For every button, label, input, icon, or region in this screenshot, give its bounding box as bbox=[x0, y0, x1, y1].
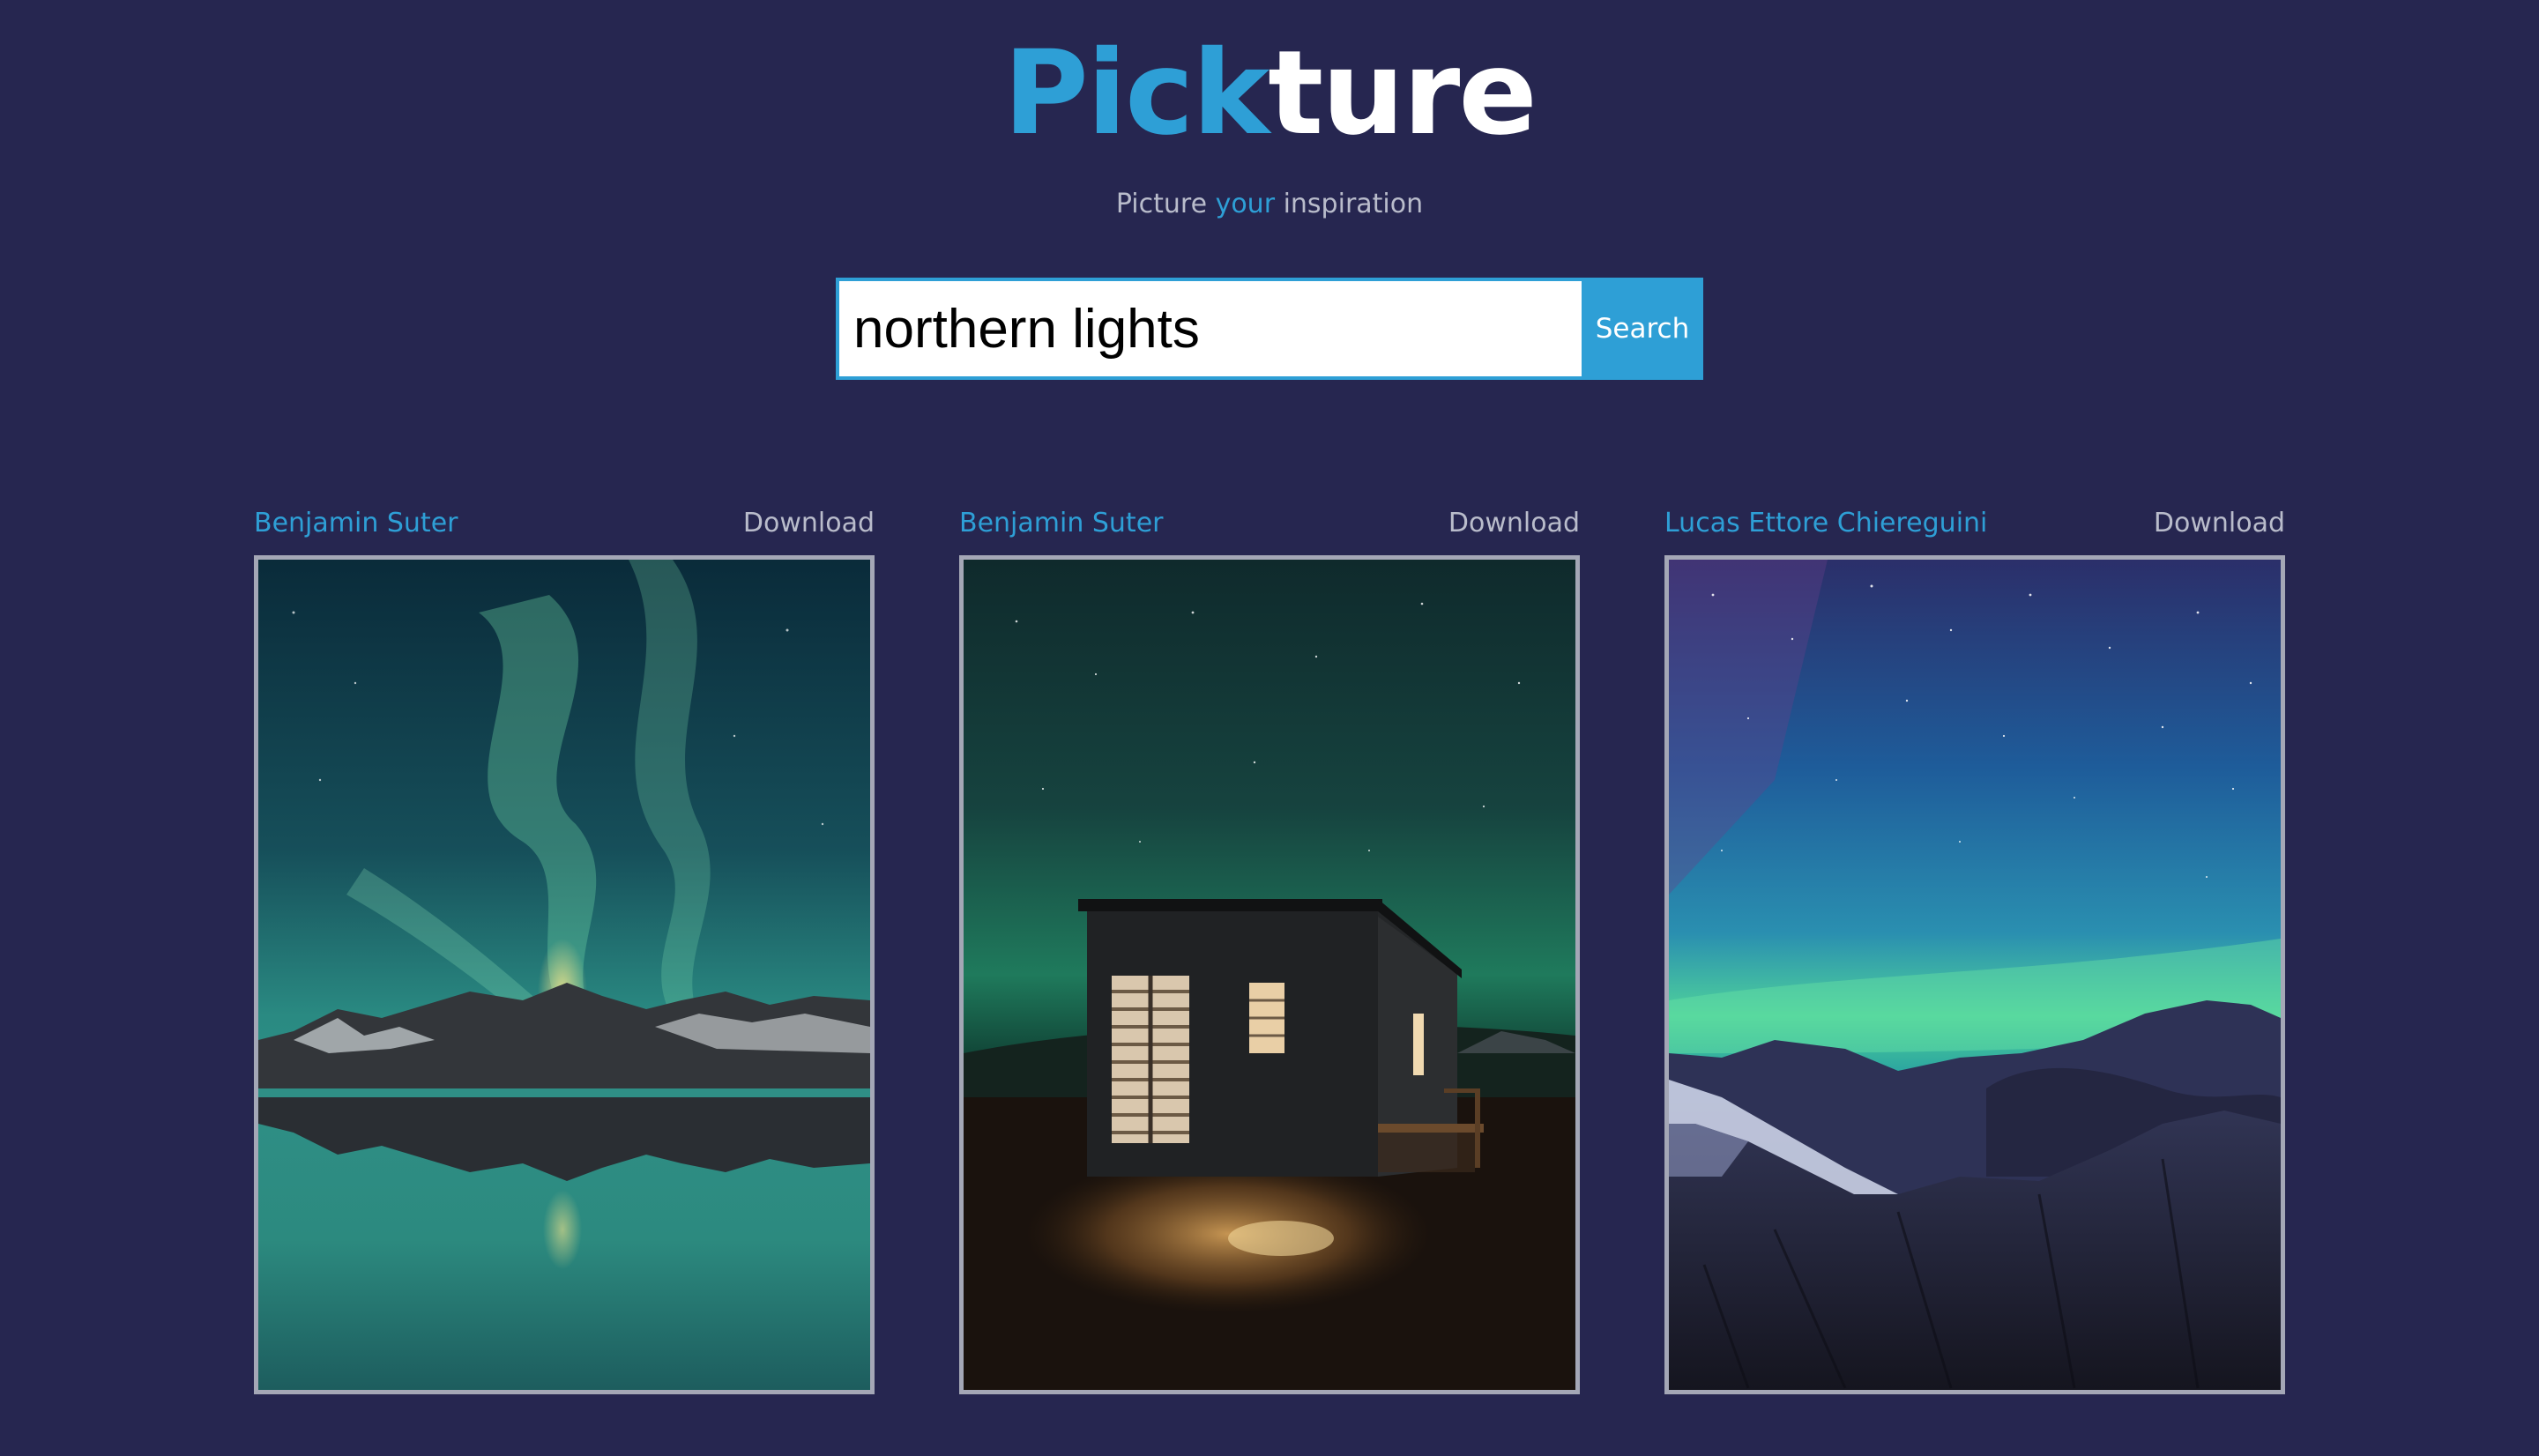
author-link[interactable]: Benjamin Suter bbox=[254, 501, 458, 546]
search-input[interactable] bbox=[836, 278, 1582, 380]
search-button[interactable]: Search bbox=[1582, 278, 1703, 380]
tagline-start: Picture bbox=[1115, 189, 1216, 219]
tagline-end: inspiration bbox=[1275, 189, 1424, 219]
tagline: Picture your inspiration bbox=[0, 187, 2539, 222]
download-link[interactable]: Download bbox=[1448, 501, 1580, 546]
result-image[interactable] bbox=[1664, 555, 2285, 1394]
result-image[interactable] bbox=[959, 555, 1580, 1394]
aurora-mountains-photo bbox=[1669, 560, 2281, 1390]
download-link[interactable]: Download bbox=[2154, 501, 2285, 546]
download-link[interactable]: Download bbox=[743, 501, 875, 546]
author-link[interactable]: Lucas Ettore Chiereguini bbox=[1664, 501, 1987, 546]
aurora-cabin-photo bbox=[964, 560, 1575, 1390]
author-link[interactable]: Benjamin Suter bbox=[959, 501, 1164, 546]
aurora-lake-photo bbox=[258, 560, 870, 1390]
result-card: Benjamin Suter Download bbox=[254, 501, 875, 1394]
result-card: Lucas Ettore Chiereguini Download bbox=[1664, 501, 2285, 1394]
result-image[interactable] bbox=[254, 555, 875, 1394]
search-form: Search bbox=[836, 278, 1703, 380]
logo: Pickture bbox=[0, 23, 2539, 164]
results-gallery: Benjamin Suter Download Benjamin Suter D… bbox=[254, 501, 2285, 1394]
tagline-highlight: your bbox=[1215, 189, 1276, 219]
card-header: Benjamin Suter Download bbox=[254, 501, 875, 546]
result-card: Benjamin Suter Download bbox=[959, 501, 1580, 1394]
logo-part-pick: Pick bbox=[1003, 26, 1270, 161]
card-header: Benjamin Suter Download bbox=[959, 501, 1580, 546]
card-header: Lucas Ettore Chiereguini Download bbox=[1664, 501, 2285, 546]
logo-part-ture: ture bbox=[1268, 26, 1538, 161]
